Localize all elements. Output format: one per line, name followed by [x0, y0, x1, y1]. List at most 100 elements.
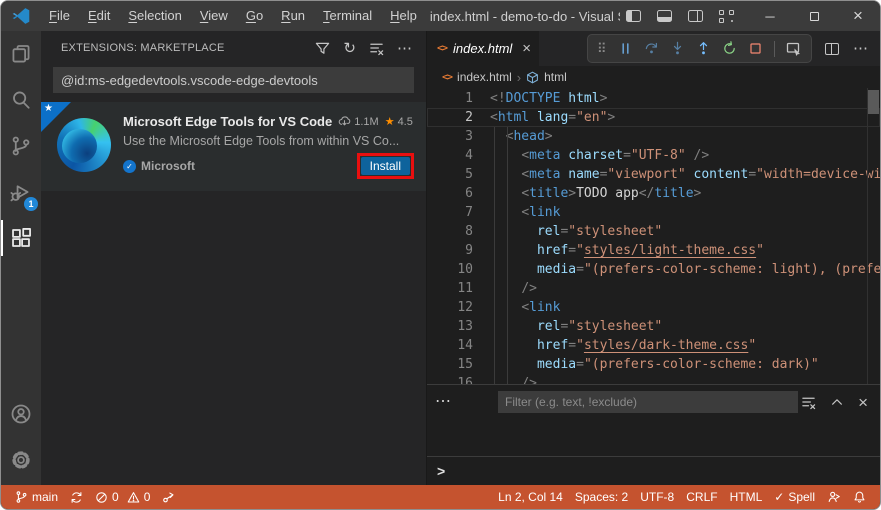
indent-guide: [507, 127, 508, 384]
layout-controls: [626, 9, 734, 23]
pause-icon[interactable]: [618, 41, 633, 56]
step-out-icon[interactable]: [696, 41, 711, 56]
notifications-indicator[interactable]: [847, 490, 872, 504]
indent-guide: [494, 127, 495, 384]
console-prompt-icon: >: [437, 463, 446, 479]
restart-icon[interactable]: [722, 41, 737, 56]
extensions-search-input[interactable]: [53, 67, 414, 93]
feedback-indicator[interactable]: [821, 490, 847, 504]
tab-bar: <> index.html × ⠿ ⋯: [427, 31, 880, 66]
breadcrumb: <> index.html › html: [427, 66, 880, 88]
run-and-debug-icon[interactable]: 1: [1, 169, 41, 215]
split-editor-icon[interactable]: [825, 42, 839, 55]
extension-list-item[interactable]: ★ Microsoft Edge Tools for VS Code 1.1M …: [41, 102, 426, 191]
menu-view[interactable]: View: [191, 1, 237, 31]
sidebar-header: EXTENSIONS: MARKETPLACE ↻ ⋯: [41, 31, 426, 65]
menu-file[interactable]: File: [40, 1, 79, 31]
drag-handle-icon[interactable]: ⠿: [597, 42, 607, 55]
more-actions-icon[interactable]: ⋯: [397, 41, 412, 56]
title-bar: File Edit Selection View Go Run Terminal…: [1, 1, 880, 31]
menu-go[interactable]: Go: [237, 1, 272, 31]
scrollbar-thumb[interactable]: [868, 90, 879, 114]
clear-filter-icon[interactable]: [369, 41, 384, 56]
toggle-panel-icon[interactable]: [657, 10, 672, 22]
tab-index-html[interactable]: <> index.html ×: [427, 31, 539, 66]
search-icon[interactable]: [1, 77, 41, 123]
sync-indicator[interactable]: [64, 491, 89, 504]
breadcrumb-symbol[interactable]: html: [544, 70, 567, 84]
branch-indicator[interactable]: main: [9, 490, 64, 504]
extensions-sidebar: EXTENSIONS: MARKETPLACE ↻ ⋯ ★ Microsoft …: [41, 31, 426, 485]
menu-edit[interactable]: Edit: [79, 1, 119, 31]
extension-name: Microsoft Edge Tools for VS Code: [123, 114, 333, 129]
debug-toolbar: ⠿: [587, 34, 812, 63]
source-control-icon[interactable]: [1, 123, 41, 169]
sidebar-title: EXTENSIONS: MARKETPLACE: [61, 42, 225, 54]
eol-setting[interactable]: CRLF: [680, 490, 723, 504]
check-icon: ✓: [774, 490, 785, 504]
extension-publisher: Microsoft: [141, 159, 195, 173]
symbol-cube-icon: [527, 71, 538, 83]
extensions-icon[interactable]: [1, 215, 41, 261]
settings-gear-icon[interactable]: [1, 437, 41, 483]
tab-close-icon[interactable]: ×: [522, 41, 531, 56]
menu-help[interactable]: Help: [381, 1, 426, 31]
maximize-button[interactable]: [792, 1, 836, 31]
close-panel-icon[interactable]: ×: [858, 394, 868, 411]
code-editor[interactable]: 1 <!DOCTYPE html> 2 <html lang="en"> 3 <head…: [427, 88, 880, 384]
clear-console-icon[interactable]: [801, 395, 816, 410]
indentation-setting[interactable]: Spaces: 2: [569, 490, 634, 504]
explorer-icon[interactable]: [1, 31, 41, 77]
menu-run[interactable]: Run: [272, 1, 314, 31]
warnings-count: 0: [143, 490, 151, 504]
spell-checker[interactable]: ✓ Spell: [768, 490, 821, 504]
featured-star-icon: ★: [44, 103, 53, 114]
panel-more-actions-icon[interactable]: ⋯: [435, 394, 451, 410]
edge-extension-logo: [57, 118, 111, 172]
breadcrumb-file[interactable]: index.html: [457, 70, 512, 84]
install-annotation-box: Install: [356, 153, 414, 179]
refresh-icon[interactable]: ↻: [343, 41, 356, 56]
encoding-setting[interactable]: UTF-8: [634, 490, 680, 504]
console-input-row[interactable]: >: [427, 456, 880, 485]
console-filter-input[interactable]: [498, 391, 798, 413]
stop-icon[interactable]: [748, 41, 763, 56]
verified-publisher-icon: ✓: [123, 159, 136, 173]
screencast-inspect-icon[interactable]: [786, 41, 802, 57]
customize-layout-icon[interactable]: [719, 9, 734, 23]
accounts-icon[interactable]: [1, 391, 41, 437]
minimize-button[interactable]: ─: [748, 1, 792, 31]
vscode-logo-icon: [12, 8, 30, 24]
breadcrumb-file-icon: <>: [442, 71, 453, 83]
bell-icon: [854, 491, 865, 503]
sync-icon: [71, 491, 82, 503]
toggle-sidebar-icon[interactable]: [626, 10, 641, 22]
errors-icon: [96, 491, 107, 503]
plug-icon: [163, 492, 174, 503]
menu-terminal[interactable]: Terminal: [314, 1, 381, 31]
close-window-button[interactable]: ×: [836, 1, 880, 31]
cursor-position[interactable]: Ln 2, Col 14: [492, 490, 569, 504]
maximize-panel-icon[interactable]: [830, 395, 844, 409]
code-line-2[interactable]: 2 <html lang="en">: [427, 108, 880, 127]
menu-selection[interactable]: Selection: [119, 1, 190, 31]
problems-indicator[interactable]: 0 0: [89, 490, 156, 504]
extension-rating: ★ 4.5: [384, 115, 413, 129]
warnings-icon: [127, 491, 140, 502]
port-indicator[interactable]: [156, 490, 182, 504]
debug-console-panel: ⋯ × >: [427, 384, 880, 485]
git-branch-icon: [16, 491, 27, 503]
step-into-icon[interactable]: [670, 41, 685, 56]
extension-details: Microsoft Edge Tools for VS Code 1.1M ★ …: [123, 114, 414, 179]
step-over-icon[interactable]: [644, 41, 659, 56]
filter-icon[interactable]: [315, 41, 330, 56]
sidebar-actions: ↻ ⋯: [315, 41, 412, 56]
editor-more-actions-icon[interactable]: ⋯: [853, 41, 868, 56]
install-button[interactable]: Install: [360, 157, 410, 175]
activity-bar: 1: [1, 31, 41, 485]
language-mode[interactable]: HTML: [724, 490, 769, 504]
code-line-1[interactable]: 1 <!DOCTYPE html>: [427, 89, 880, 108]
tab-label: index.html: [453, 41, 513, 56]
editor-scrollbar: [867, 88, 880, 384]
toggle-secondary-sidebar-icon[interactable]: [688, 10, 703, 22]
